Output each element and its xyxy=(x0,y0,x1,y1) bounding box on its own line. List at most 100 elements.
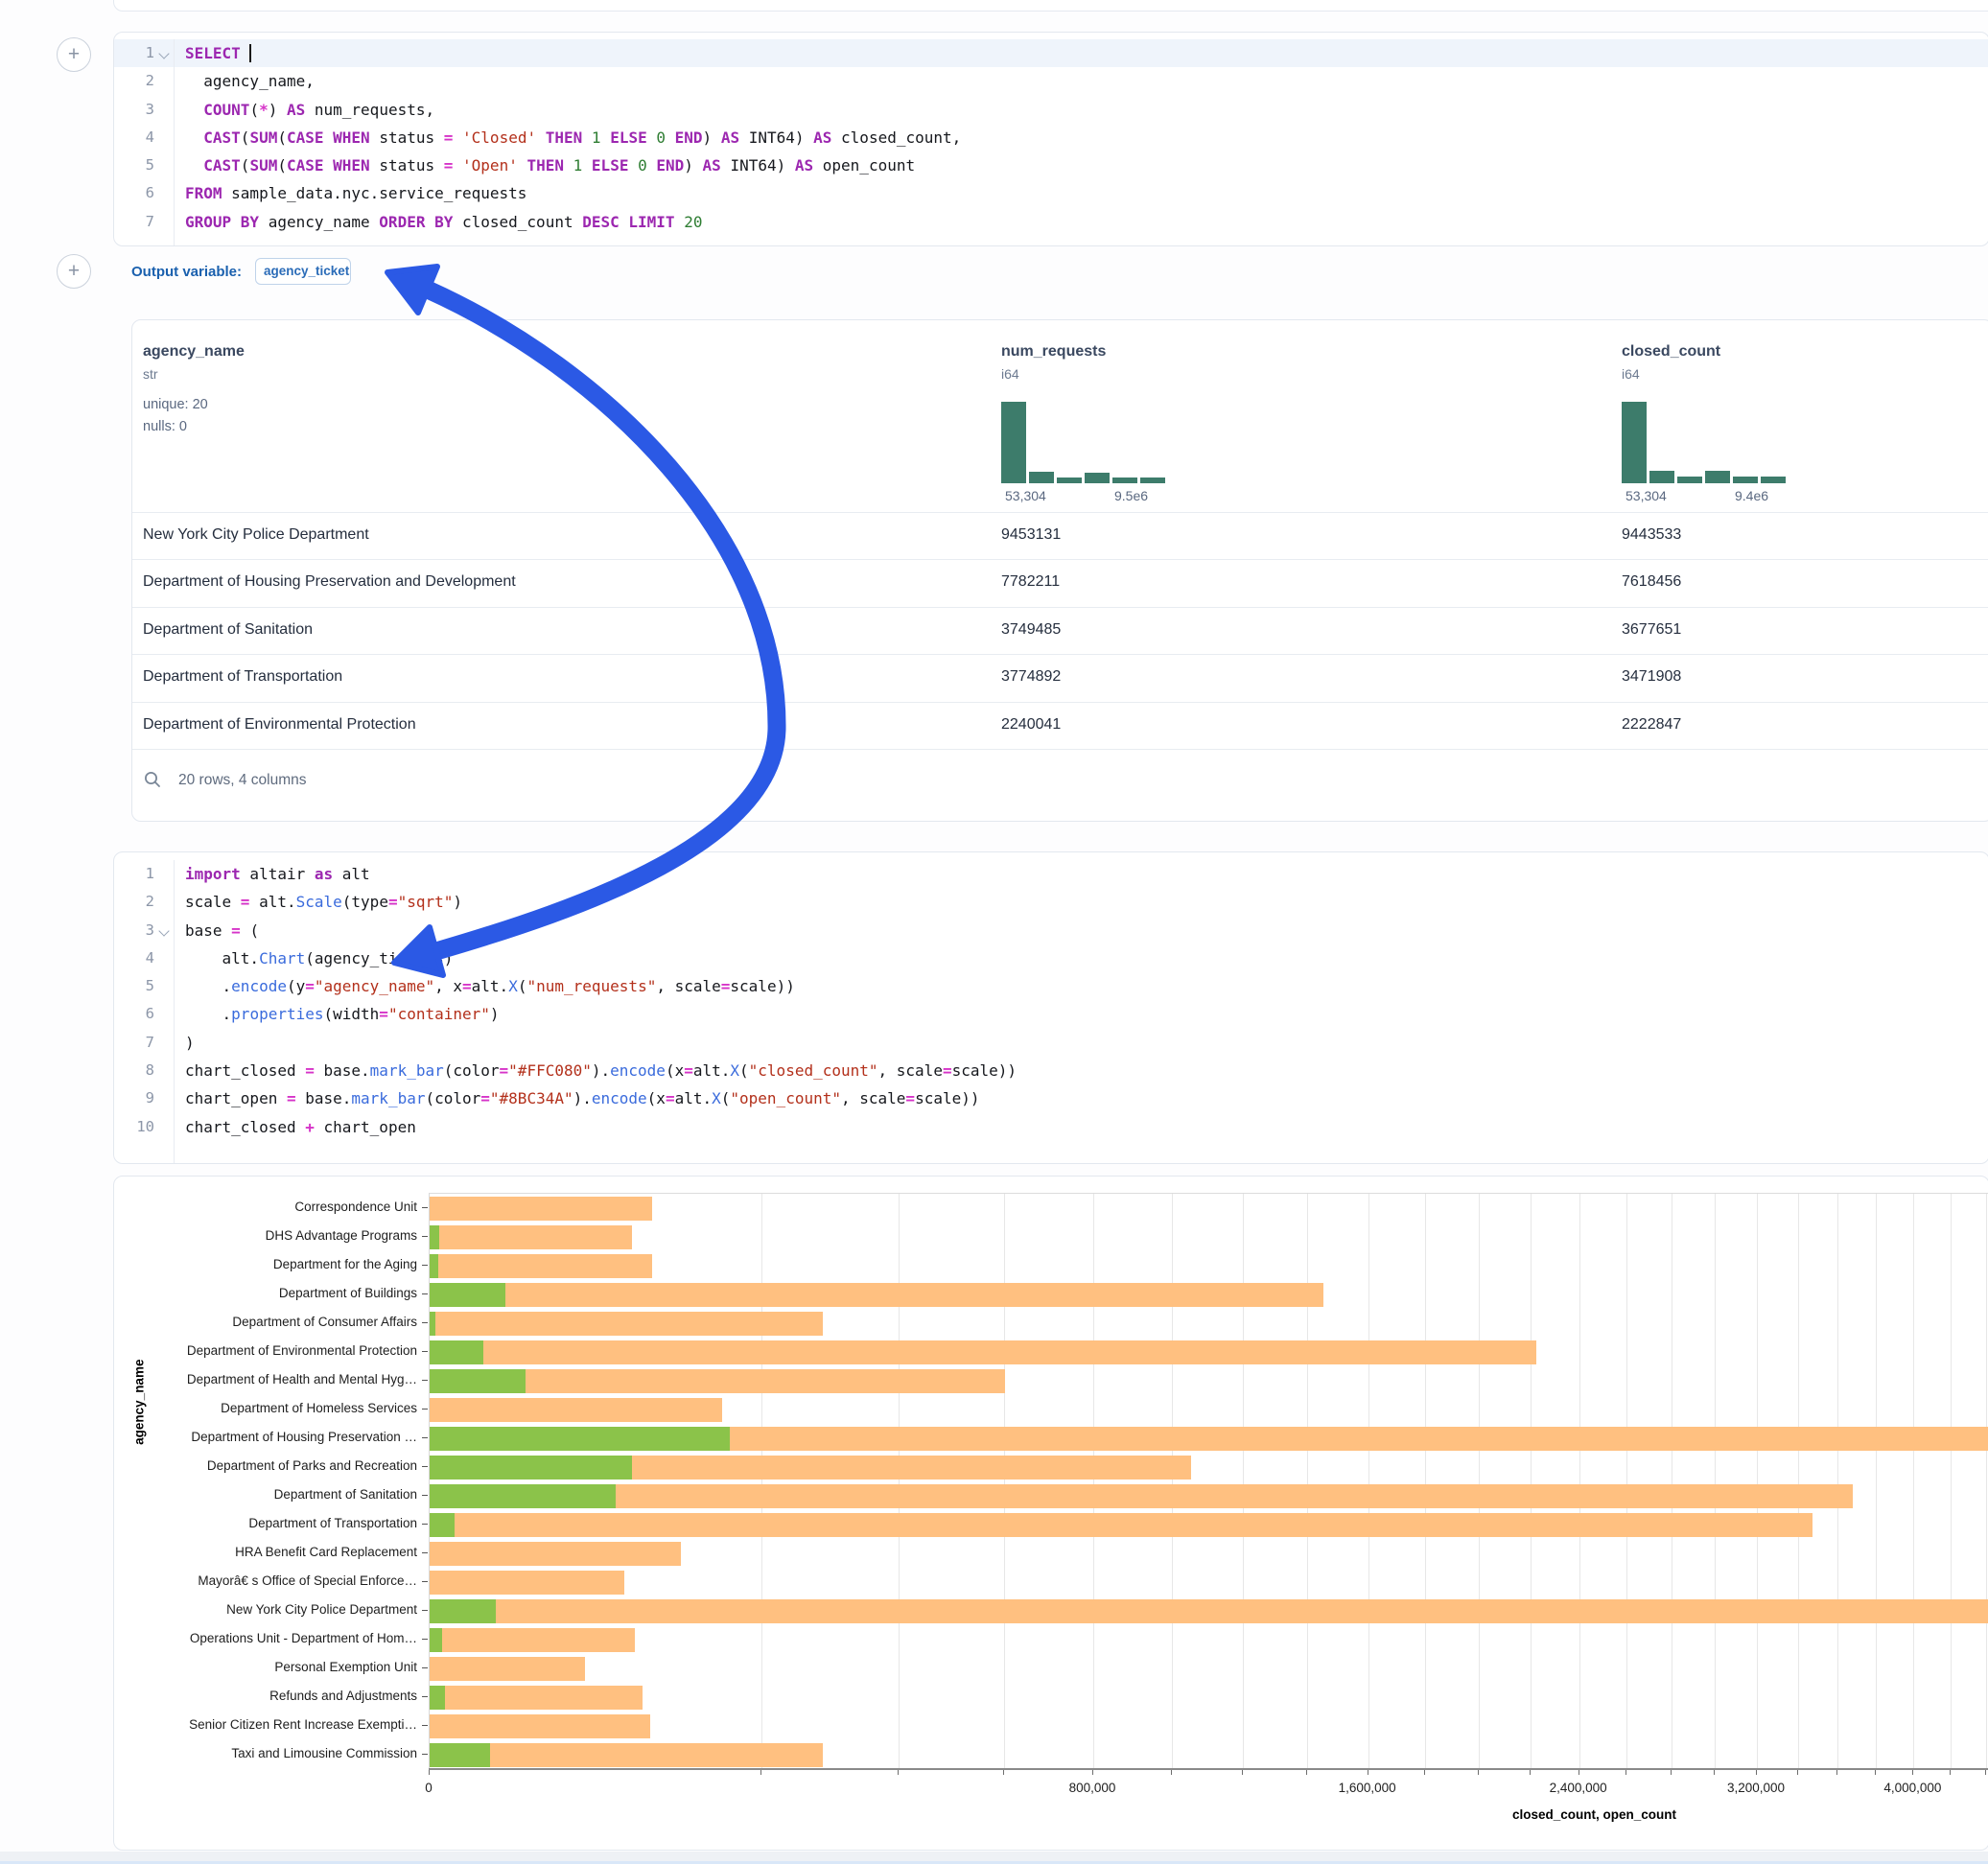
code-line[interactable]: 5 CAST(SUM(CASE WHEN status = 'Open' THE… xyxy=(114,151,1988,179)
code-line[interactable]: 4 alt.Chart(agency_tickets) xyxy=(114,944,1988,972)
table-cell: 3774892 xyxy=(1001,668,1061,686)
bar-closed xyxy=(430,1628,635,1652)
y-axis-label: Department for the Aging xyxy=(273,1257,417,1271)
bar-closed xyxy=(430,1312,823,1336)
code-line[interactable]: 2scale = alt.Scale(type="sqrt") xyxy=(114,888,1988,916)
code-line[interactable]: 6FROM sample_data.nyc.service_requests xyxy=(114,179,1988,207)
table-row[interactable]: Department of Housing Preservation and D… xyxy=(132,559,1988,606)
column-type: str xyxy=(143,366,158,382)
table-row[interactable]: Department of Transportation377489234719… xyxy=(132,654,1988,701)
code-line[interactable]: 10chart_closed + chart_open xyxy=(114,1113,1988,1141)
y-axis-label: Mayorâ€ s Office of Special Enforce… xyxy=(198,1573,417,1588)
python-code-editor[interactable]: 1import altair as alt2scale = alt.Scale(… xyxy=(114,860,1988,1163)
table-row[interactable]: New York City Police Department945313194… xyxy=(132,512,1988,559)
chart-cell: Correspondence UnitDHS Advantage Program… xyxy=(113,1176,1988,1851)
line-number: 8 xyxy=(114,1057,154,1084)
sql-code-editor[interactable]: 1SELECT 2 agency_name,3 COUNT(*) AS num_… xyxy=(114,39,1988,245)
x-axis-tick-label: 0 xyxy=(425,1781,433,1795)
table-cell: 9453131 xyxy=(1001,526,1061,544)
bar-open xyxy=(430,1628,442,1652)
table-cell: 2222847 xyxy=(1622,716,1681,734)
table-row[interactable]: Department of Environmental Protection22… xyxy=(132,702,1988,749)
table-cell: New York City Police Department xyxy=(143,526,369,544)
bar-closed xyxy=(430,1657,585,1681)
bar-closed xyxy=(430,1513,1813,1537)
code-line[interactable]: 1SELECT xyxy=(114,39,1988,67)
line-number: 4 xyxy=(114,124,154,151)
line-number: 7 xyxy=(114,208,154,236)
bar-open xyxy=(430,1254,438,1278)
line-number: 6 xyxy=(114,179,154,207)
code-line[interactable]: 7) xyxy=(114,1029,1988,1057)
collapse-caret-icon[interactable] xyxy=(158,925,169,936)
table-row[interactable]: Department of Sanitation37494853677651 xyxy=(132,607,1988,654)
y-axis-label: Department of Health and Mental Hyg… xyxy=(187,1372,417,1386)
bar-closed xyxy=(430,1484,1853,1508)
bar-closed xyxy=(430,1571,624,1595)
column-header-closed_count[interactable]: closed_count xyxy=(1622,343,1720,361)
column-stat: unique: 20 xyxy=(143,397,208,412)
code-line[interactable]: 4 CAST(SUM(CASE WHEN status = 'Closed' T… xyxy=(114,124,1988,151)
code-line[interactable]: 1import altair as alt xyxy=(114,860,1988,888)
bar-open xyxy=(430,1283,505,1307)
histogram-max-label: 9.4e6 xyxy=(1735,488,1768,503)
line-number: 4 xyxy=(114,944,154,972)
bar-closed xyxy=(430,1599,1988,1623)
y-axis-label: Department of Consumer Affairs xyxy=(232,1315,417,1329)
bar-open xyxy=(430,1513,455,1537)
line-number: 1 xyxy=(114,39,154,67)
line-number: 3 xyxy=(114,96,154,124)
x-axis-tick-label: 1,600,000 xyxy=(1339,1781,1396,1795)
code-line[interactable]: 8chart_closed = base.mark_bar(color="#FF… xyxy=(114,1057,1988,1084)
table-footer: 20 rows, 4 columns xyxy=(132,749,1988,821)
y-axis-label: Department of Parks and Recreation xyxy=(207,1458,417,1473)
gutter-divider xyxy=(174,860,175,1163)
bar-open xyxy=(430,1225,439,1249)
y-axis-label: Department of Homeless Services xyxy=(221,1401,417,1415)
code-line[interactable]: 6 .properties(width="container") xyxy=(114,1000,1988,1028)
code-line[interactable]: 2 agency_name, xyxy=(114,67,1988,95)
y-axis-title: agency_name xyxy=(132,1360,147,1445)
y-axis-label: Operations Unit - Department of Hom… xyxy=(190,1631,417,1645)
y-axis-label: New York City Police Department xyxy=(226,1602,417,1617)
bar-closed xyxy=(430,1254,652,1278)
y-axis-label: Senior Citizen Rent Increase Exempti… xyxy=(189,1717,417,1732)
column-header-agency_name[interactable]: agency_name xyxy=(143,343,245,361)
histogram-max-label: 9.5e6 xyxy=(1114,488,1148,503)
code-line[interactable]: 5 .encode(y="agency_name", x=alt.X("num_… xyxy=(114,972,1988,1000)
y-axis-label: HRA Benefit Card Replacement xyxy=(235,1545,417,1559)
code-line[interactable]: 3 COUNT(*) AS num_requests, xyxy=(114,96,1988,124)
line-number: 3 xyxy=(114,917,154,944)
bar-closed xyxy=(430,1283,1323,1307)
search-icon[interactable] xyxy=(143,770,162,789)
y-axis-label: Correspondence Unit xyxy=(294,1200,417,1214)
output-variable-pill[interactable]: agency_tickets xyxy=(255,258,351,285)
x-axis-tick-label: 3,200,000 xyxy=(1727,1781,1785,1795)
chart-plot-area xyxy=(429,1193,1988,1769)
collapse-caret-icon[interactable] xyxy=(158,48,169,58)
add-cell-button-middle[interactable]: + xyxy=(57,254,91,289)
dataframe-table: agency_namestrunique: 20nulls: 0num_requ… xyxy=(131,319,1988,822)
bar-closed xyxy=(430,1398,722,1422)
bar-open xyxy=(430,1427,730,1451)
table-cell: 7618456 xyxy=(1622,573,1681,591)
sql-cell: 1SELECT 2 agency_name,3 COUNT(*) AS num_… xyxy=(113,32,1988,246)
column-header-num_requests[interactable]: num_requests xyxy=(1001,343,1106,361)
line-number: 5 xyxy=(114,151,154,179)
table-cell: Department of Transportation xyxy=(143,668,342,686)
x-axis-tick-label: 2,400,000 xyxy=(1550,1781,1607,1795)
x-axis-title: closed_count, open_count xyxy=(1512,1807,1676,1822)
column-histogram xyxy=(1622,402,1794,483)
text-cursor xyxy=(249,44,251,62)
code-line[interactable]: 3base = ( xyxy=(114,917,1988,944)
column-type: i64 xyxy=(1622,366,1640,382)
bar-closed xyxy=(430,1686,643,1710)
add-cell-button-top[interactable]: + xyxy=(57,37,91,72)
code-line[interactable]: 7GROUP BY agency_name ORDER BY closed_co… xyxy=(114,208,1988,236)
bar-closed xyxy=(430,1225,632,1249)
line-number: 1 xyxy=(114,860,154,888)
output-variable-label: Output variable: xyxy=(131,264,242,280)
code-line[interactable]: 9chart_open = base.mark_bar(color="#8BC3… xyxy=(114,1084,1988,1112)
line-number: 2 xyxy=(114,67,154,95)
histogram-min-label: 53,304 xyxy=(1005,488,1046,503)
